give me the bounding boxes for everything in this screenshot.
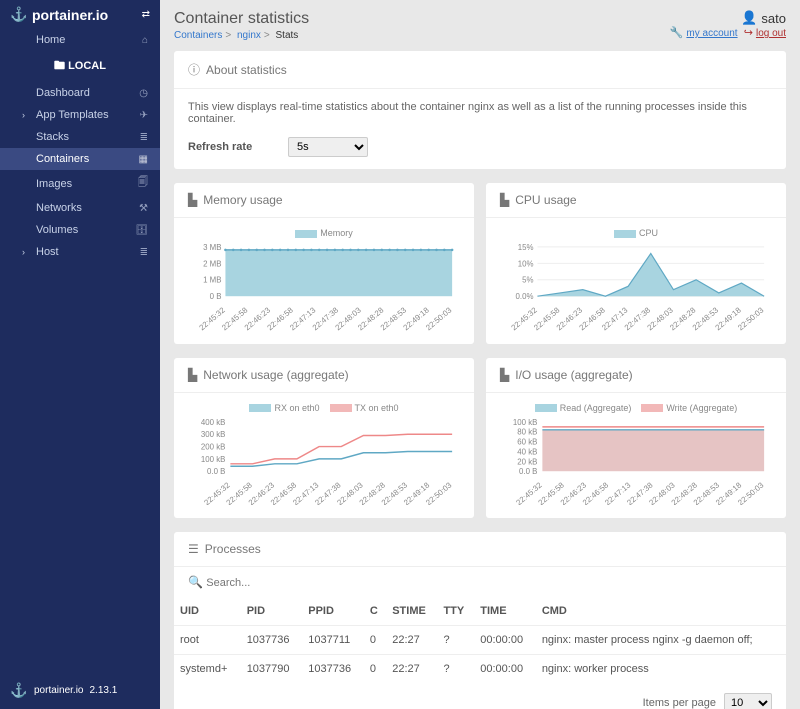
user-row: 👤 sato <box>670 10 786 26</box>
pager-label: Items per page <box>643 697 716 709</box>
network-panel: ▙Network usage (aggregate) RX on eth0 TX… <box>174 358 474 519</box>
sidebar-item-app-templates[interactable]: ›App Templates✈ <box>0 104 160 126</box>
col-tty[interactable]: TTY <box>437 597 474 626</box>
my-account-link[interactable]: my account <box>686 28 737 39</box>
user-icon: 👤 <box>741 10 757 26</box>
col-pid[interactable]: PID <box>241 597 303 626</box>
svg-text:10%: 10% <box>518 259 534 268</box>
svg-text:0.0 B: 0.0 B <box>519 467 537 476</box>
sidebar: ⚓ portainer.io ⇄ Home ⌂ 🖿 LOCAL Dashboar… <box>0 0 160 709</box>
svg-text:200 kB: 200 kB <box>201 442 226 451</box>
crumb-nginx[interactable]: nginx <box>237 30 261 41</box>
search-icon: 🔍 <box>188 575 203 589</box>
sidebar-item-containers[interactable]: Containers▦ <box>0 148 160 170</box>
sidebar-item-home[interactable]: Home ⌂ <box>0 29 160 51</box>
svg-text:2 MB: 2 MB <box>203 259 221 268</box>
io-chart: 100 kB80 kB60 kB40 kB20 kB0.0 B 22:45:32… <box>498 417 774 506</box>
logout-icon: ↪ <box>744 27 753 39</box>
svg-text:40 kB: 40 kB <box>517 447 537 456</box>
brand-text: portainer.io <box>32 7 108 23</box>
svg-text:20 kB: 20 kB <box>517 457 537 466</box>
logout-link[interactable]: log out <box>756 28 786 39</box>
main: Container statistics Containers> nginx> … <box>160 0 800 709</box>
logo-row: ⚓ portainer.io ⇄ <box>0 0 160 29</box>
table-row[interactable]: root10377361037711022:27?00:00:00nginx: … <box>174 626 786 655</box>
io-panel: ▙I/O usage (aggregate) Read (Aggregate) … <box>486 358 786 519</box>
page-header: Container statistics Containers> nginx> … <box>174 10 786 41</box>
env-label[interactable]: 🖿 LOCAL <box>0 51 160 82</box>
sidebar-item-host[interactable]: ›Host≣ <box>0 241 160 263</box>
swap-icon[interactable]: ⇄ <box>142 9 150 20</box>
refresh-label: Refresh rate <box>188 141 268 153</box>
col-uid[interactable]: UID <box>174 597 241 626</box>
svg-text:5%: 5% <box>522 276 533 285</box>
version: 2.13.1 <box>89 685 117 696</box>
col-c[interactable]: C <box>364 597 386 626</box>
svg-text:100 kB: 100 kB <box>201 455 226 464</box>
col-cmd[interactable]: CMD <box>536 597 786 626</box>
svg-text:22:50:03: 22:50:03 <box>736 480 766 505</box>
refresh-select[interactable]: 5s <box>288 137 368 157</box>
chart-icon: ▙ <box>500 193 509 207</box>
nav: Home ⌂ 🖿 LOCAL Dashboard◷›App Templates✈… <box>0 29 160 672</box>
svg-text:100 kB: 100 kB <box>513 418 538 427</box>
svg-text:80 kB: 80 kB <box>517 427 537 436</box>
process-table: UIDPIDPPIDCSTIMETTYTIMECMD root103773610… <box>174 597 786 683</box>
memory-panel: ▙Memory usage Memory 3 MB2 MB1 MB0 B 22:… <box>174 183 474 344</box>
about-panel: ⓘ About statistics This view displays re… <box>174 51 786 169</box>
brand[interactable]: ⚓ portainer.io <box>10 6 108 23</box>
wrench-icon: 🔧 <box>670 27 684 39</box>
chart-icon: ▙ <box>500 368 509 382</box>
network-chart: 400 kB300 kB200 kB100 kB0.0 B 22:45:3222… <box>186 417 462 506</box>
col-time[interactable]: TIME <box>474 597 536 626</box>
cpu-chart: 15%10%5%0.0% 22:45:3222:45:5822:46:2322:… <box>498 242 774 331</box>
svg-text:3 MB: 3 MB <box>203 243 221 252</box>
crumb-stats: Stats <box>276 30 299 41</box>
search-input[interactable] <box>206 577 732 589</box>
svg-text:60 kB: 60 kB <box>517 437 537 446</box>
page-title: Container statistics <box>174 10 309 28</box>
svg-text:300 kB: 300 kB <box>201 430 226 439</box>
processes-panel: ☰Processes 🔍 UIDPIDPPIDCSTIMETTYTIMECMD … <box>174 532 786 709</box>
memory-chart: 3 MB2 MB1 MB0 B 22:45:3222:45:5822:46:23… <box>186 242 462 331</box>
svg-text:22:50:03: 22:50:03 <box>736 305 766 330</box>
svg-text:0.0 B: 0.0 B <box>207 467 225 476</box>
chart-icon: ▙ <box>188 193 197 207</box>
cpu-panel: ▙CPU usage CPU 15%10%5%0.0% 22:45:3222:4… <box>486 183 786 344</box>
breadcrumb: Containers> nginx> Stats <box>174 30 309 41</box>
svg-text:0 B: 0 B <box>210 292 222 301</box>
footer-brand: ⚓ portainer.io 2.13.1 <box>0 672 160 709</box>
svg-text:0.0%: 0.0% <box>516 292 534 301</box>
list-icon: ☰ <box>188 542 199 556</box>
pager-select[interactable]: 10 <box>724 693 772 709</box>
sidebar-item-dashboard[interactable]: Dashboard◷ <box>0 82 160 104</box>
info-icon: ⓘ <box>188 61 200 78</box>
svg-text:22:50:03: 22:50:03 <box>424 305 454 330</box>
username: sato <box>761 11 786 26</box>
table-row[interactable]: systemd+10377901037736022:27?00:00:00ngi… <box>174 655 786 684</box>
svg-text:22:50:03: 22:50:03 <box>424 480 454 505</box>
chart-icon: ▙ <box>188 368 197 382</box>
col-stime[interactable]: STIME <box>386 597 437 626</box>
crumb-containers[interactable]: Containers <box>174 30 222 41</box>
sidebar-item-images[interactable]: Images🗐 <box>0 170 160 197</box>
sidebar-item-volumes[interactable]: Volumes🗄 <box>0 219 160 241</box>
svg-text:1 MB: 1 MB <box>203 276 221 285</box>
col-ppid[interactable]: PPID <box>302 597 364 626</box>
anchor-icon: ⚓ <box>10 6 28 23</box>
anchor-icon: ⚓ <box>10 682 28 699</box>
svg-text:400 kB: 400 kB <box>201 418 226 427</box>
svg-text:15%: 15% <box>518 243 534 252</box>
sidebar-item-networks[interactable]: Networks⚒ <box>0 197 160 219</box>
sidebar-item-stacks[interactable]: Stacks≣ <box>0 126 160 148</box>
about-title: About statistics <box>206 63 287 77</box>
home-icon: ⌂ <box>142 35 148 46</box>
